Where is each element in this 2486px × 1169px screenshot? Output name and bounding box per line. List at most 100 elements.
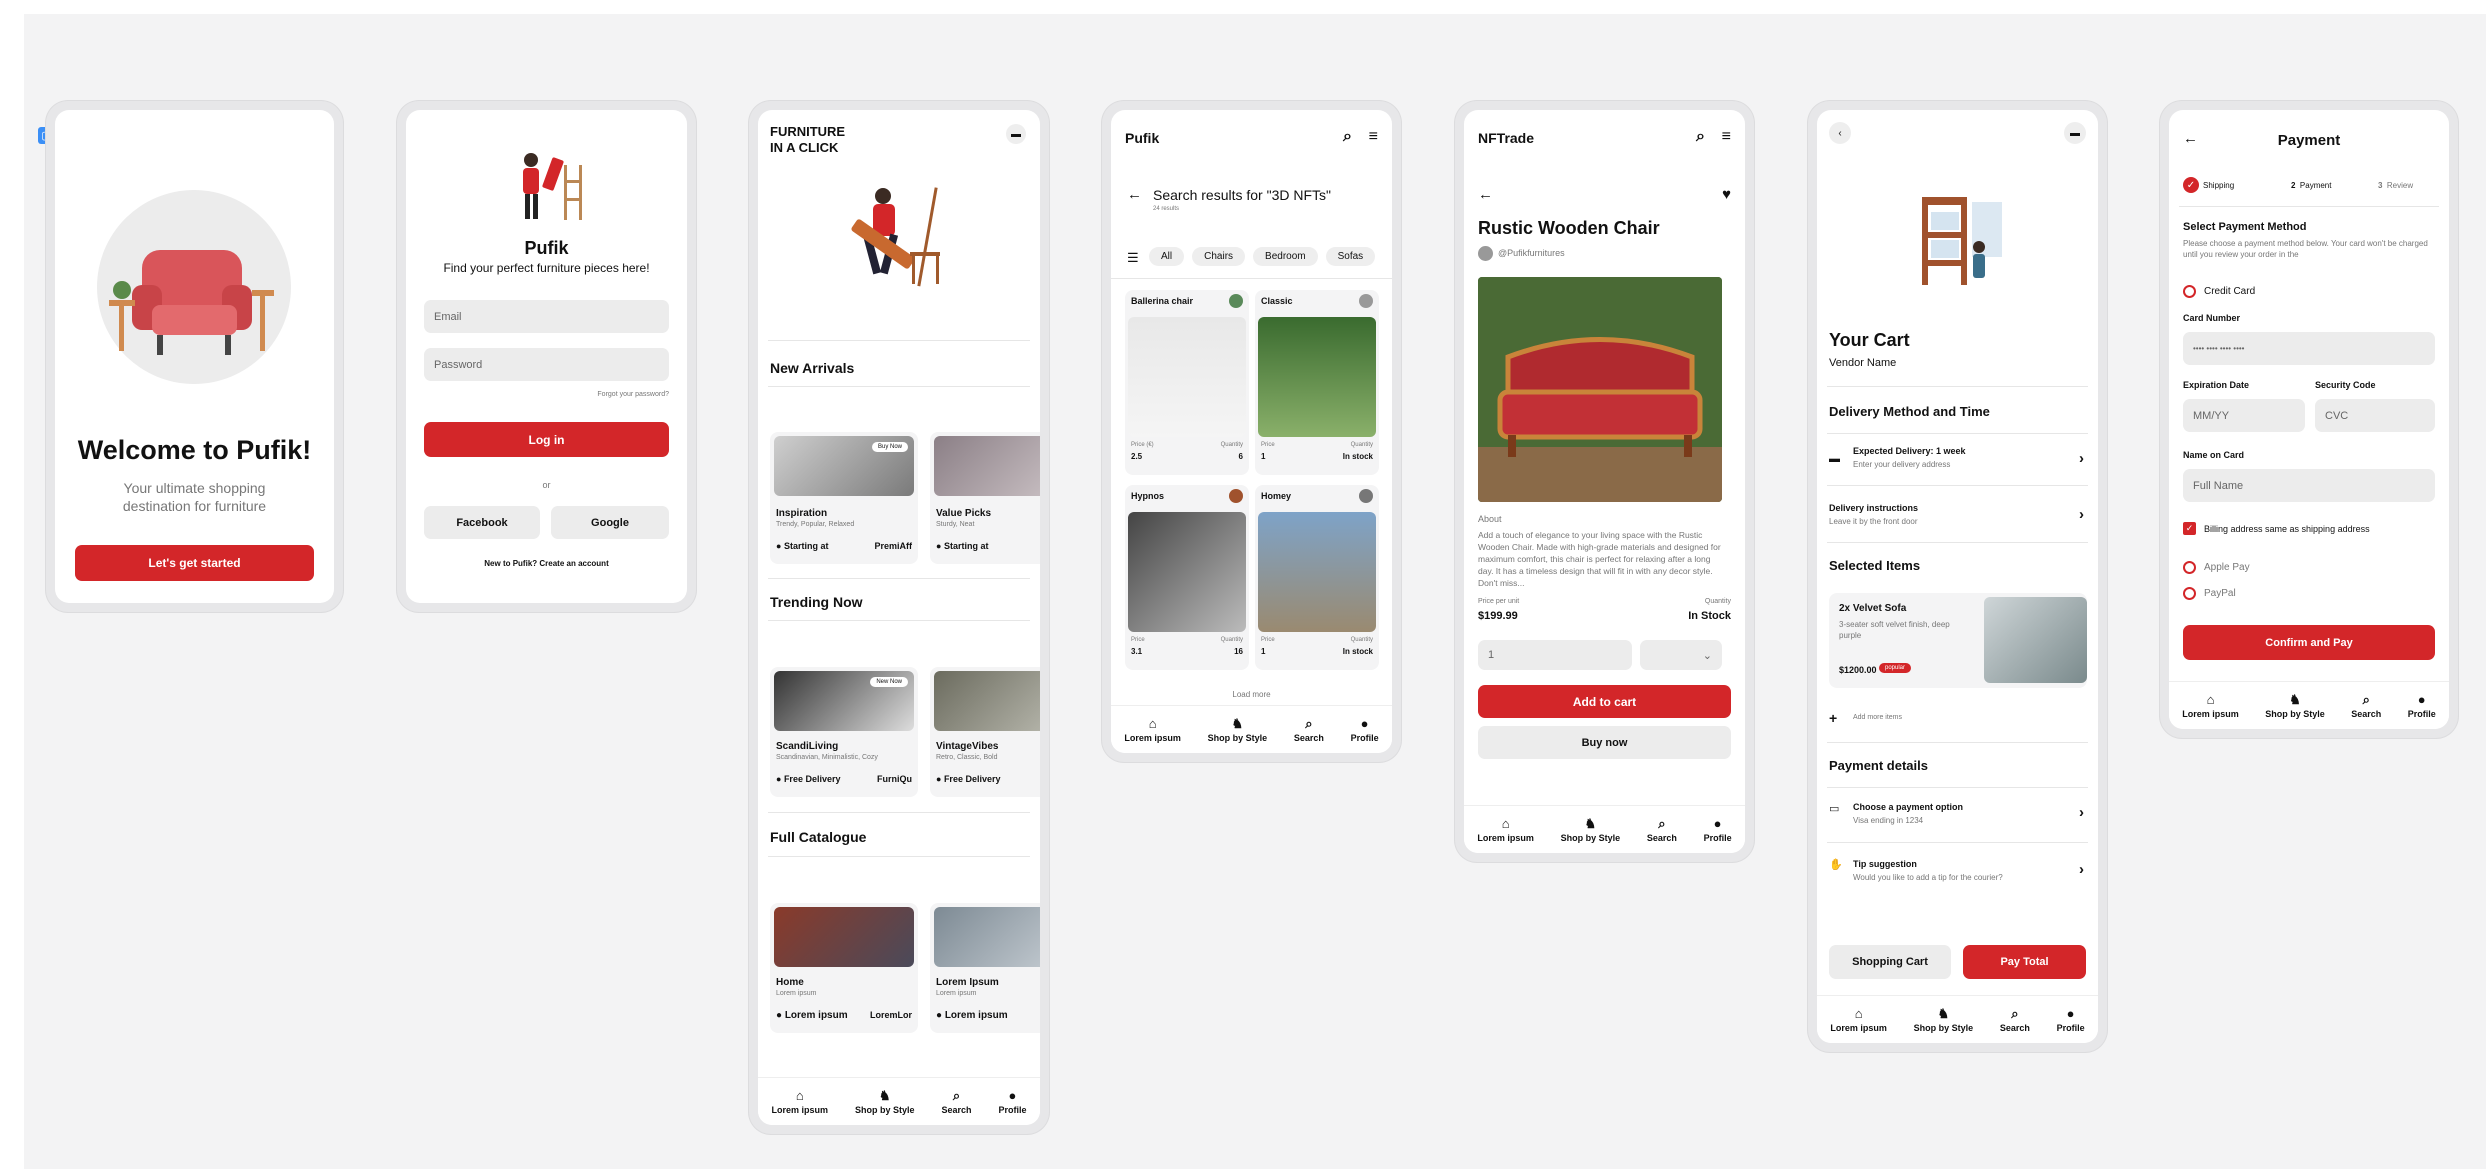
quantity-input[interactable]: 1 [1478, 640, 1632, 670]
result-card[interactable]: Hypnos Price Quantity 3.1 16 [1125, 485, 1249, 670]
product-title: Rustic Wooden Chair [1478, 218, 1660, 238]
login-button[interactable]: Log in [424, 422, 669, 457]
nav-profile[interactable]: ● Profile [1704, 817, 1732, 843]
filter-sofas[interactable]: Sofas [1325, 247, 1376, 266]
trending-card[interactable]: VintageVibes Retro, Classic, Bold ● Free… [930, 667, 1040, 797]
plus-icon[interactable]: + [1829, 710, 1837, 726]
seller-handle[interactable]: @Pufikfurnitures [1498, 248, 1565, 258]
nav-home[interactable]: ⌂ Lorem ipsum [1830, 1007, 1887, 1033]
nav-profile[interactable]: ● Profile [2057, 1007, 2085, 1033]
nav-search[interactable]: ⌕ Search [2000, 1007, 2030, 1033]
buy-now-button[interactable]: Buy now [1478, 726, 1731, 759]
new-arrival-card[interactable]: Value Picks Sturdy, Neat ● Starting at [930, 432, 1040, 564]
result-card[interactable]: Ballerina chair Price (€) Quantity 2.5 6 [1125, 290, 1249, 475]
result-count: 24 results [1153, 206, 1180, 212]
result-card[interactable]: Classic Price Quantity 1 In stock [1255, 290, 1379, 475]
nav-search[interactable]: ⌕ Search [1647, 817, 1677, 843]
home-title-1: FURNITURE [770, 124, 846, 139]
search-icon[interactable]: ⌕ [1343, 128, 1352, 146]
nav-shop-by-style[interactable]: ♞ Shop by Style [1914, 1007, 1974, 1033]
expiry-field[interactable]: MM/YY [2183, 399, 2305, 432]
cart-item[interactable]: 2x Velvet Sofa 3-seater soft velvet fini… [1829, 593, 2087, 688]
trending-card[interactable]: New Now ScandiLiving Scandinavian, Minim… [770, 667, 918, 797]
catalogue-card[interactable]: Lorem Ipsum Lorem ipsum ● Lorem ipsum [930, 903, 1040, 1033]
nav-profile[interactable]: ● Profile [2408, 693, 2436, 719]
cart-icon[interactable]: ▬ [2064, 122, 2086, 144]
card-desc: Lorem ipsum [776, 990, 817, 997]
filter-all[interactable]: All [1149, 247, 1185, 266]
delivery-instructions: Delivery instructions [1829, 503, 1919, 513]
shopping-cart-button[interactable]: Shopping Cart [1829, 945, 1951, 979]
nav-home[interactable]: ⌂ Lorem ipsum [2182, 693, 2239, 719]
method-heading: Select Payment Method [2183, 221, 2307, 233]
step-payment[interactable]: 2 Payment [2291, 181, 2331, 190]
filter-chairs[interactable]: Chairs [1192, 247, 1246, 266]
result-card[interactable]: Homey Price Quantity 1 In stock [1255, 485, 1379, 670]
add-to-cart-button[interactable]: Add to cart [1478, 685, 1731, 718]
google-button[interactable]: Google [551, 506, 669, 539]
nav-shop-by-style[interactable]: ♞ Shop by Style [1561, 817, 1621, 843]
get-started-button[interactable]: Let's get started [75, 545, 314, 581]
back-icon[interactable]: ‹ [1829, 122, 1851, 144]
email-field[interactable]: Email [424, 300, 669, 333]
catalogue-card[interactable]: Home Lorem ipsum ● Lorem ipsum LoremLor [770, 903, 918, 1033]
search-icon: ⌕ [1305, 715, 1313, 731]
heart-icon[interactable]: ♥ [1722, 186, 1731, 203]
nav-search[interactable]: ⌕ Search [1294, 717, 1324, 743]
add-more-link[interactable]: Add more items [1853, 714, 1902, 721]
password-field[interactable]: Password [424, 348, 669, 381]
signup-link[interactable]: New to Pufik? Create an account [406, 559, 687, 568]
product-description: Add a touch of elegance to your living s… [1478, 530, 1721, 588]
load-more-link[interactable]: Load more [1111, 690, 1392, 699]
nav-home[interactable]: ⌂ Lorem ipsum [771, 1089, 828, 1115]
confirm-pay-button[interactable]: Confirm and Pay [2183, 625, 2435, 660]
billing-checkbox[interactable]: ✓ Billing address same as shipping addres… [2183, 522, 2370, 535]
search-icon[interactable]: ⌕ [1696, 128, 1705, 146]
cart-icon[interactable]: ▬ [1006, 124, 1026, 144]
truck-icon: ▬ [1829, 453, 1840, 465]
bottom-nav: ⌂ Lorem ipsum ♞ Shop by Style ⌕ Search ● Pro… [1464, 805, 1745, 853]
profile-icon: ● [2066, 1005, 2075, 1021]
style-icon: ♞ [1231, 715, 1244, 731]
card-number-field[interactable]: •••• •••• •••• •••• [2183, 332, 2435, 365]
filter-icon[interactable]: ☰ [1127, 250, 1139, 266]
result-image [1258, 317, 1376, 437]
stock-status: In Stock [1688, 610, 1731, 622]
nav-home[interactable]: ⌂ Lorem ipsum [1124, 717, 1181, 743]
nav-shop-by-style[interactable]: ♞ Shop by Style [2265, 693, 2325, 719]
back-arrow-icon[interactable]: ← [1478, 186, 1493, 203]
menu-icon[interactable]: ≡ [1369, 128, 1378, 146]
login-screen: Pufik Find your perfect furniture pieces… [397, 101, 696, 612]
nav-search[interactable]: ⌕ Search [2351, 693, 2381, 719]
nav-shop-by-style[interactable]: ♞ Shop by Style [1208, 717, 1268, 743]
nav-search[interactable]: ⌕ Search [941, 1089, 971, 1115]
chevron-right-icon[interactable]: › [2079, 804, 2084, 821]
nav-profile[interactable]: ● Profile [998, 1089, 1026, 1115]
step-shipping[interactable]: Shipping [2203, 181, 2234, 190]
nav-home[interactable]: ⌂ Lorem ipsum [1477, 817, 1534, 843]
variant-dropdown[interactable]: ⌄ [1640, 640, 1722, 670]
back-arrow-icon[interactable]: ← [1127, 186, 1142, 203]
cvc-field[interactable]: CVC [2315, 399, 2435, 432]
chevron-right-icon[interactable]: › [2079, 861, 2084, 878]
forgot-password-link[interactable]: Forgot your password? [597, 391, 669, 398]
apple-pay-option[interactable]: Apple Pay [2183, 561, 2250, 574]
card-desc: Sturdy, Neat [936, 521, 975, 528]
nav-profile[interactable]: ● Profile [1351, 717, 1379, 743]
quantity-label: Quantity [1704, 598, 1731, 605]
menu-icon[interactable]: ≡ [1722, 128, 1731, 146]
filter-bedroom[interactable]: Bedroom [1253, 247, 1318, 266]
name-field[interactable]: Full Name [2183, 469, 2435, 502]
paypal-option[interactable]: PayPal [2183, 587, 2236, 600]
nav-shop-by-style[interactable]: ♞ Shop by Style [855, 1089, 915, 1115]
new-arrival-card[interactable]: Buy Now Inspiration Trendy, Popular, Rel… [770, 432, 918, 564]
chevron-right-icon[interactable]: › [2079, 450, 2084, 467]
welcome-subtitle-1: Your ultimate shopping [123, 480, 266, 496]
step-review[interactable]: 3 Review [2378, 181, 2413, 190]
credit-card-option[interactable]: Credit Card [2183, 285, 2255, 298]
facebook-button[interactable]: Facebook [424, 506, 540, 539]
vendor-name: Vendor Name [1829, 357, 1897, 369]
pay-total-button[interactable]: Pay Total [1963, 945, 2086, 979]
search-query: Search results for "3D NFTs" [1153, 187, 1331, 203]
chevron-right-icon[interactable]: › [2079, 506, 2084, 523]
